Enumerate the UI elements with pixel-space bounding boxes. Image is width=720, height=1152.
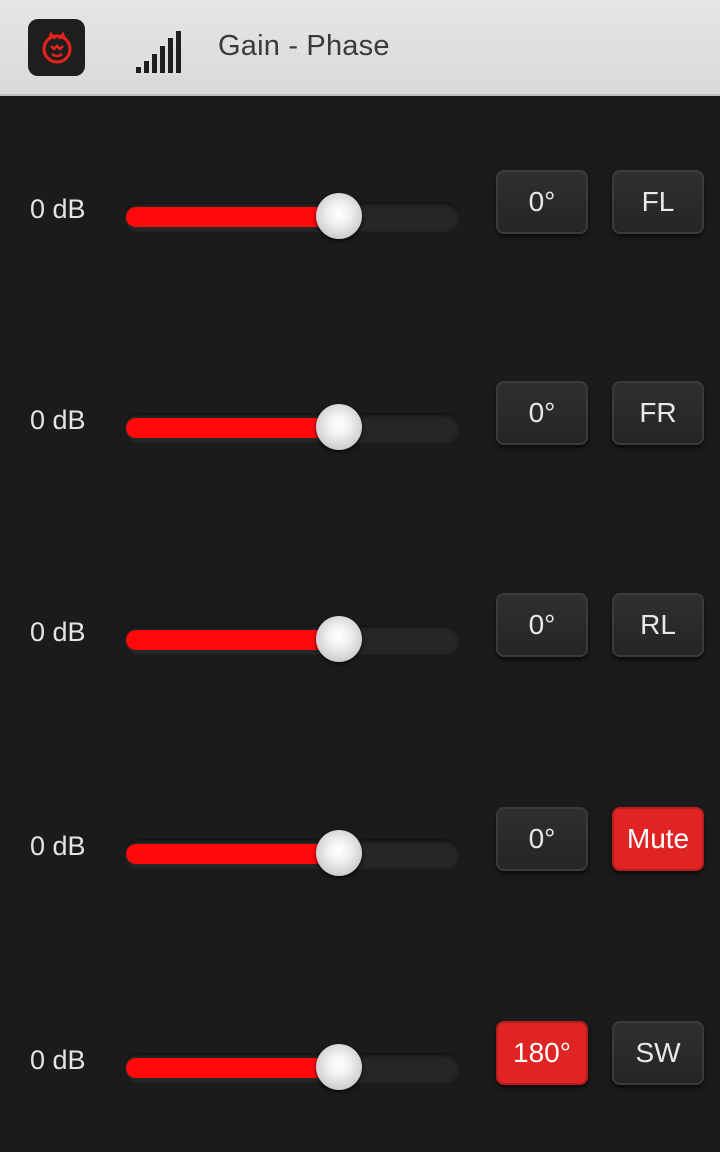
gain-value: 0 dB bbox=[30, 617, 86, 647]
phase-button[interactable]: 180° bbox=[496, 1021, 588, 1085]
channel-row: 0 dB 0° RL bbox=[0, 593, 720, 673]
channel-button[interactable]: FL bbox=[612, 170, 704, 234]
channel-button[interactable]: SW bbox=[612, 1021, 704, 1085]
gain-value: 0 dB bbox=[30, 831, 86, 861]
channel-row: 0 dB 0° Mute bbox=[0, 807, 720, 887]
gain-slider[interactable] bbox=[124, 193, 460, 239]
page-title: Gain - Phase bbox=[218, 30, 390, 62]
signal-strength-icon bbox=[136, 29, 184, 73]
gain-slider[interactable] bbox=[124, 1044, 460, 1090]
gain-slider[interactable] bbox=[124, 616, 460, 662]
slider-knob[interactable] bbox=[316, 193, 363, 239]
channel-list: 0 dB 0° FL 0 dB 0° FR 0 dB 0° RL 0 dB 0°… bbox=[0, 96, 720, 1152]
channel-row: 0 dB 0° FL bbox=[0, 170, 720, 250]
slider-knob[interactable] bbox=[316, 616, 363, 662]
slider-fill bbox=[126, 630, 340, 650]
gain-value: 0 dB bbox=[30, 1045, 86, 1075]
slider-fill bbox=[126, 844, 340, 864]
gain-value: 0 dB bbox=[30, 194, 86, 224]
phase-button[interactable]: 0° bbox=[496, 170, 588, 234]
slider-fill bbox=[126, 418, 340, 438]
gain-slider[interactable] bbox=[124, 404, 460, 450]
slider-fill bbox=[126, 1058, 340, 1078]
slider-knob[interactable] bbox=[316, 830, 363, 876]
slider-fill bbox=[126, 207, 340, 227]
mute-button[interactable]: Mute bbox=[612, 807, 704, 871]
channel-button[interactable]: FR bbox=[612, 381, 704, 445]
gain-value: 0 dB bbox=[30, 405, 86, 435]
slider-knob[interactable] bbox=[316, 1044, 363, 1090]
phase-button[interactable]: 0° bbox=[496, 381, 588, 445]
cat-logo-icon[interactable] bbox=[28, 19, 85, 76]
channel-row: 0 dB 0° FR bbox=[0, 381, 720, 461]
slider-knob[interactable] bbox=[316, 404, 363, 450]
channel-row: 0 dB 180° SW bbox=[0, 1021, 720, 1101]
phase-button[interactable]: 0° bbox=[496, 807, 588, 871]
header-bar: Gain - Phase bbox=[0, 0, 720, 96]
phase-button[interactable]: 0° bbox=[496, 593, 588, 657]
gain-slider[interactable] bbox=[124, 830, 460, 876]
channel-button[interactable]: RL bbox=[612, 593, 704, 657]
